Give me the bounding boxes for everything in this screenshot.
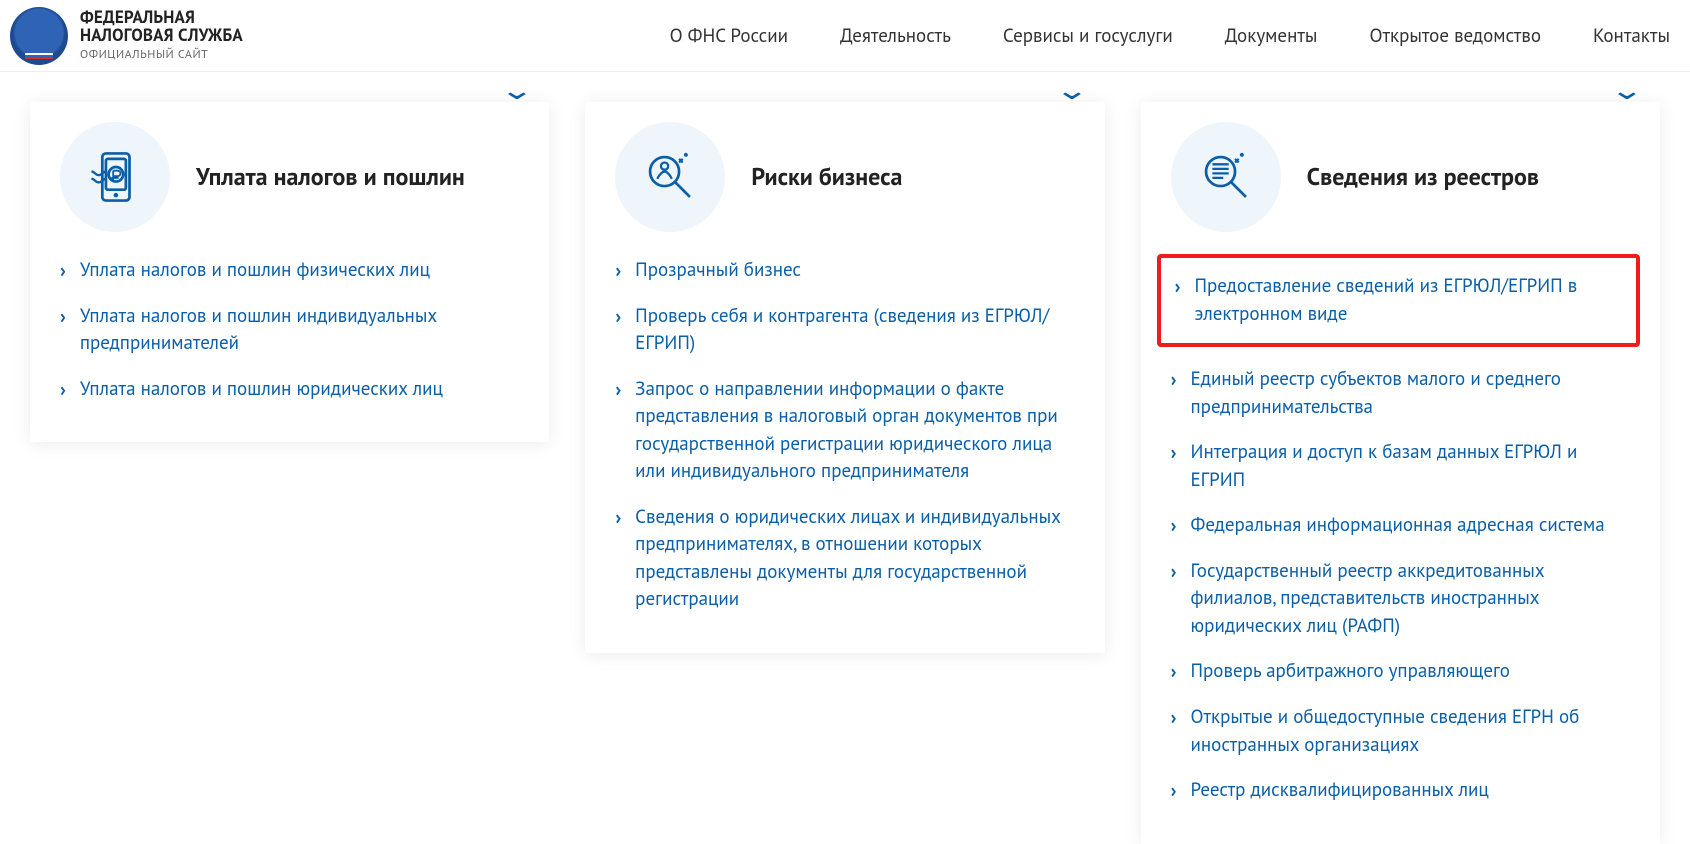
service-link[interactable]: › Государственный реестр аккредитованных … <box>1171 549 1630 650</box>
fns-emblem-icon <box>10 7 68 65</box>
chevron-right-icon: › <box>1171 779 1177 804</box>
chevron-right-icon: › <box>615 378 621 403</box>
service-link[interactable]: › Открытые и общедоступные сведения ЕГРН … <box>1171 695 1630 768</box>
link-text: Уплата налогов и пошлин юридических лиц <box>80 376 443 404</box>
link-text: Сведения о юридических лицах и индивидуа… <box>635 504 1074 614</box>
highlighted-link-box: › Предоставление сведений из ЕГРЮЛ/ЕГРИП … <box>1157 254 1640 347</box>
chevron-right-icon: › <box>615 259 621 284</box>
link-text: Реестр дисквалифицированных лиц <box>1191 777 1489 805</box>
service-link[interactable]: › Федеральная информационная адресная сис… <box>1171 503 1630 549</box>
service-link[interactable]: › Проверь арбитражного управляющего <box>1171 649 1630 695</box>
logo-block[interactable]: ФЕДЕРАЛЬНАЯ НАЛОГОВАЯ СЛУЖБА ОФИЦИАЛЬНЫЙ… <box>10 7 243 65</box>
chevron-right-icon: › <box>1171 560 1177 585</box>
site-header: ФЕДЕРАЛЬНАЯ НАЛОГОВАЯ СЛУЖБА ОФИЦИАЛЬНЫЙ… <box>0 0 1690 72</box>
chevron-right-icon: › <box>1171 706 1177 731</box>
service-link[interactable]: › Прозрачный бизнес <box>615 248 1074 294</box>
logo-sub: ОФИЦИАЛЬНЫЙ САЙТ <box>80 47 243 62</box>
link-text: Проверь арбитражного управляющего <box>1191 658 1510 686</box>
nav-services[interactable]: Сервисы и госуслуги <box>1003 24 1173 48</box>
nav-activity[interactable]: Деятельность <box>840 24 951 48</box>
chevron-right-icon: › <box>60 305 66 330</box>
chevron-down-icon[interactable]: ⌄ <box>1054 74 1089 107</box>
link-text: Уплата налогов и пошлин физических лиц <box>80 257 430 285</box>
chevron-down-icon[interactable]: ⌄ <box>1610 74 1645 107</box>
link-text: Единый реестр субъектов малого и среднег… <box>1191 366 1630 421</box>
service-link[interactable]: › Сведения о юридических лицах и индивиду… <box>615 495 1074 623</box>
link-text: Прозрачный бизнес <box>635 257 801 285</box>
card-business-risks: ⌄ Риски бизнеса ›Прозрачный бизнес ›Пров… <box>585 102 1104 653</box>
card-title: Риски бизнеса <box>751 162 902 192</box>
payment-icon <box>60 122 170 232</box>
cards-row: ⌄ Уплата налогов и пошлин ›Уплата налого… <box>0 102 1690 844</box>
chevron-right-icon: › <box>60 378 66 403</box>
service-link[interactable]: › Единый реестр субъектов малого и средне… <box>1171 357 1630 430</box>
service-link[interactable]: › Запрос о направлении информации о факте… <box>615 367 1074 495</box>
card-payments: ⌄ Уплата налогов и пошлин ›Уплата налого… <box>30 102 549 442</box>
link-text: Предоставление сведений из ЕГРЮЛ/ЕГРИП в… <box>1195 273 1628 328</box>
nav-about[interactable]: О ФНС России <box>670 24 788 48</box>
link-text: Государственный реестр аккредитованных ф… <box>1191 558 1630 641</box>
logo-text: ФЕДЕРАЛЬНАЯ НАЛОГОВАЯ СЛУЖБА ОФИЦИАЛЬНЫЙ… <box>80 9 243 62</box>
service-link[interactable]: › Проверь себя и контрагента (сведения из… <box>615 294 1074 367</box>
logo-line2: НАЛОГОВАЯ СЛУЖБА <box>80 27 243 45</box>
nav-documents[interactable]: Документы <box>1225 24 1318 48</box>
link-text: Уплата налогов и пошлин индивидуальных п… <box>80 303 519 358</box>
link-text: Интеграция и доступ к базам данных ЕГРЮЛ… <box>1191 439 1630 494</box>
link-text: Федеральная информационная адресная сист… <box>1191 512 1605 540</box>
service-link-highlighted[interactable]: › Предоставление сведений из ЕГРЮЛ/ЕГРИП … <box>1161 264 1628 337</box>
link-text: Открытые и общедоступные сведения ЕГРН о… <box>1191 704 1630 759</box>
main-nav: О ФНС России Деятельность Сервисы и госу… <box>670 24 1670 48</box>
link-text: Проверь себя и контрагента (сведения из … <box>635 303 1074 358</box>
registry-icon <box>1171 122 1281 232</box>
chevron-right-icon: › <box>615 305 621 330</box>
service-link[interactable]: › Интеграция и доступ к базам данных ЕГРЮ… <box>1171 430 1630 503</box>
chevron-down-icon[interactable]: ⌄ <box>499 74 534 107</box>
chevron-right-icon: › <box>1175 275 1181 300</box>
chevron-right-icon: › <box>615 506 621 531</box>
card-title: Уплата налогов и пошлин <box>196 162 465 192</box>
service-link[interactable]: › Уплата налогов и пошлин юридических лиц <box>60 367 519 413</box>
chevron-right-icon: › <box>1171 441 1177 466</box>
chevron-right-icon: › <box>1171 660 1177 685</box>
risk-icon <box>615 122 725 232</box>
link-text: Запрос о направлении информации о факте … <box>635 376 1074 486</box>
service-link[interactable]: › Уплата налогов и пошлин физических лиц <box>60 248 519 294</box>
service-link[interactable]: › Уплата налогов и пошлин индивидуальных … <box>60 294 519 367</box>
card-registries: ⌄ Сведения из реестров ›Предоставление с… <box>1141 102 1660 844</box>
nav-contacts[interactable]: Контакты <box>1593 24 1670 48</box>
card-title: Сведения из реестров <box>1307 162 1539 192</box>
nav-open[interactable]: Открытое ведомство <box>1369 24 1541 48</box>
chevron-right-icon: › <box>60 259 66 284</box>
chevron-right-icon: › <box>1171 514 1177 539</box>
service-link[interactable]: › Реестр дисквалифицированных лиц <box>1171 768 1630 814</box>
chevron-right-icon: › <box>1171 368 1177 393</box>
